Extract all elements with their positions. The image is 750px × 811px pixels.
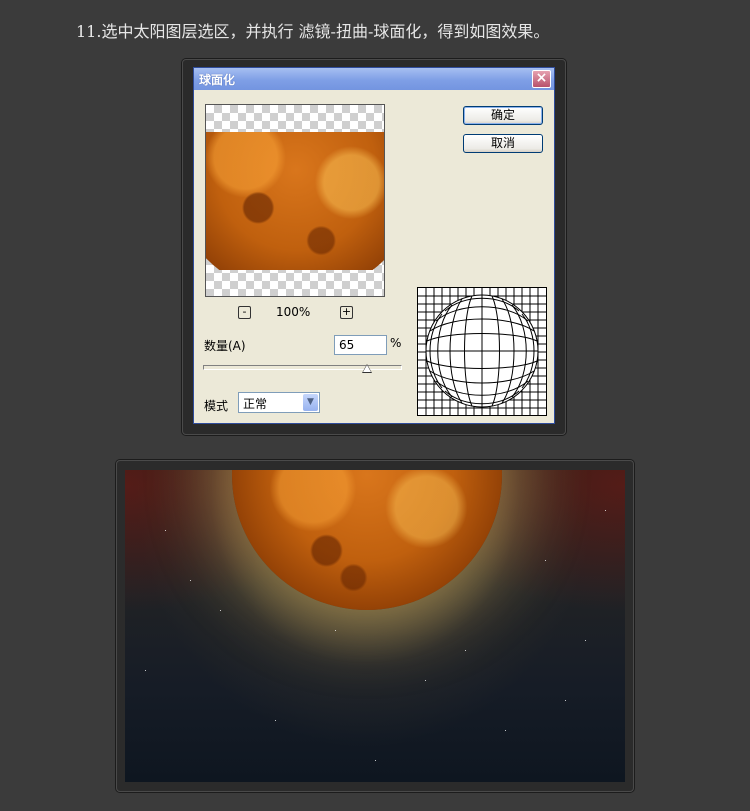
zoom-in-button[interactable]: + (340, 306, 353, 319)
chevron-down-icon[interactable]: ▼ (303, 394, 318, 411)
amount-slider-thumb[interactable] (362, 364, 373, 373)
mode-label: 模式 (204, 399, 229, 413)
cancel-button[interactable]: 取消 (463, 134, 543, 153)
planet-image (206, 132, 384, 270)
preview-image (206, 132, 384, 270)
distortion-grid-icon (418, 288, 546, 415)
mode-select[interactable]: 正常 ▼ (238, 392, 320, 413)
dialog-title: 球面化 (199, 73, 236, 87)
spherize-grid-preview (417, 287, 547, 416)
spherize-dialog: 球面化 × - 100% + 确定 取消 数量(A) 65 % 模式 正常 ▼ (193, 67, 555, 424)
preview-pane[interactable] (205, 104, 385, 297)
instruction-text: 11.选中太阳图层选区，并执行 滤镜-扭曲-球面化，得到如图效果。 (76, 22, 550, 41)
amount-input[interactable]: 65 (334, 335, 387, 355)
ok-button[interactable]: 确定 (463, 106, 543, 125)
zoom-out-button[interactable]: - (238, 306, 251, 319)
zoom-level: 100% (276, 305, 311, 319)
spherized-planet (232, 470, 502, 610)
close-icon[interactable]: × (532, 70, 551, 88)
percent-unit: % (390, 336, 402, 350)
result-image (125, 470, 625, 782)
mode-value: 正常 (243, 397, 268, 411)
amount-label: 数量(A) (204, 339, 246, 353)
dialog-titlebar[interactable]: 球面化 × (194, 68, 554, 90)
